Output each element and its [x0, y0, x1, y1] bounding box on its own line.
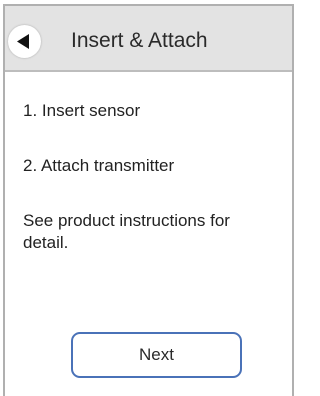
back-arrow-icon [17, 34, 29, 49]
step-attach-transmitter: 2. Attach transmitter [23, 156, 175, 175]
next-button[interactable]: Next [71, 332, 242, 378]
header-bar: Insert & Attach [5, 6, 292, 72]
product-instructions-note: See product instructions for detail. [23, 211, 230, 252]
screen-frame: Insert & Attach 1. Insert sensor 2. Atta… [3, 4, 294, 396]
page-title: Insert & Attach [71, 29, 208, 52]
step-insert-sensor: 1. Insert sensor [23, 101, 141, 120]
instructions: 1. Insert sensor 2. Attach transmitter S… [23, 100, 283, 254]
back-button[interactable] [8, 25, 41, 58]
